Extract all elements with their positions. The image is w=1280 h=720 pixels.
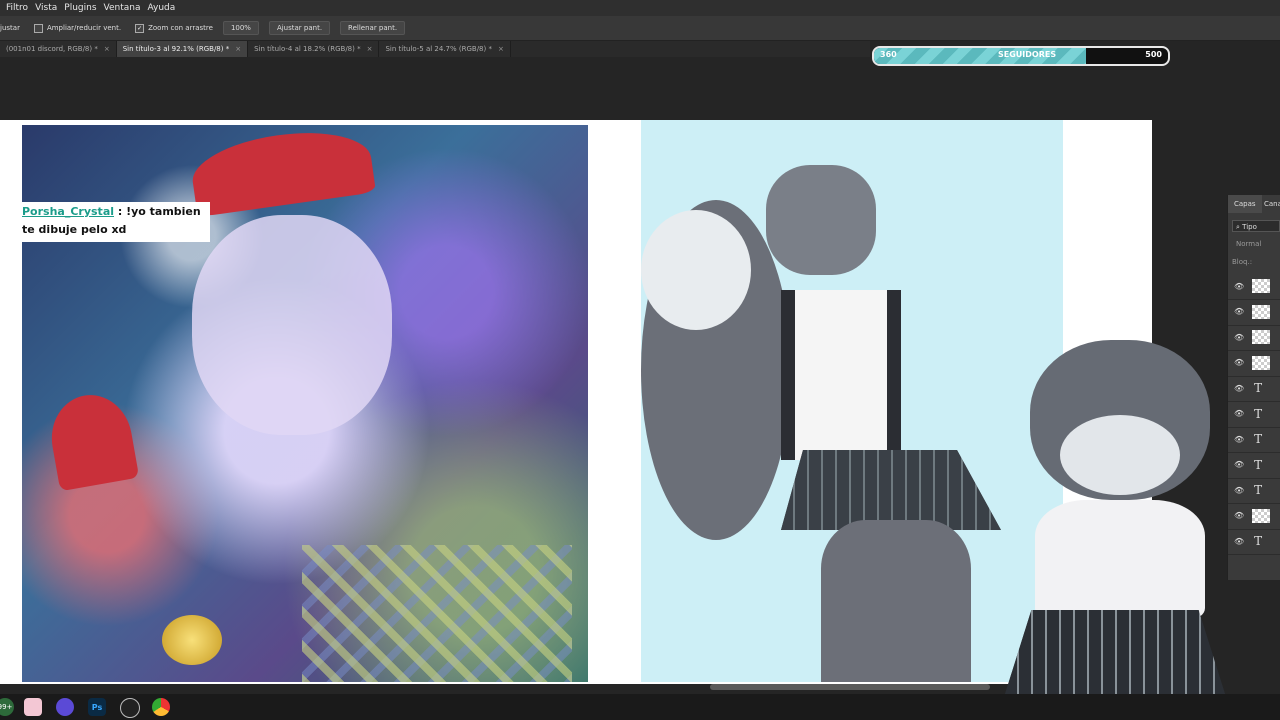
layer-row[interactable]: 👁 T	[1228, 452, 1280, 479]
lock-label: Bloq.:	[1232, 258, 1253, 266]
checkbox-checked[interactable]: ✓	[135, 23, 145, 33]
visibility-eye-icon[interactable]: 👁	[1234, 435, 1244, 444]
discord-icon[interactable]	[56, 698, 74, 716]
tab-discord[interactable]: (001n01 discord, RGB/8) * ×	[0, 41, 117, 57]
menu-item-ayuda[interactable]: Ayuda	[147, 3, 175, 13]
chat-username: Porsha_Crystal	[22, 205, 115, 218]
chrome-icon[interactable]	[152, 698, 170, 716]
zoom-100-button[interactable]: 100%	[222, 21, 259, 35]
close-icon[interactable]: ×	[367, 45, 373, 53]
menu-item-vista[interactable]: Vista	[35, 3, 57, 13]
layer-row[interactable]: 👁	[1228, 503, 1280, 530]
menu-item-ventana[interactable]: Ventana	[104, 3, 141, 13]
wolf-head-shape	[766, 165, 876, 275]
resize-window-label: Ampliar/reducir vent.	[46, 24, 122, 32]
text-layer-icon: T	[1254, 483, 1263, 497]
fit-screen-button[interactable]: Ajustar pant.	[268, 21, 331, 35]
avatar-skirt-shape	[1005, 610, 1225, 694]
layer-thumbnail	[1252, 304, 1271, 319]
layer-filter-input[interactable]: ⌕ Tipo	[1232, 220, 1280, 232]
horizontal-scrollbar[interactable]	[710, 684, 990, 690]
followers-progress-bar: 360 SEGUIDORES 500	[872, 46, 1170, 66]
text-layer-icon: T	[1254, 381, 1263, 395]
tab-layers[interactable]: Capas	[1228, 195, 1262, 213]
resize-window-checkbox[interactable]: Ampliar/reducir vent.	[33, 23, 122, 33]
tab-sin-titulo-5[interactable]: Sin título-5 al 24.7% (RGB/8) * ×	[379, 41, 511, 57]
tab-label: Sin título-4 al 18.2% (RGB/8) *	[254, 45, 361, 53]
layer-row[interactable]: 👁 T	[1228, 426, 1280, 453]
vtuber-avatar	[985, 330, 1230, 694]
tab-label: Sin título-5 al 24.7% (RGB/8) *	[385, 45, 492, 53]
close-icon[interactable]: ×	[104, 45, 110, 53]
followers-label: SEGUIDORES	[998, 50, 1057, 59]
blouse-shape	[781, 290, 901, 460]
photoshop-icon[interactable]: Ps	[88, 698, 106, 716]
app-thumbnail-icon[interactable]	[24, 698, 42, 716]
tab-label: Sin título-3 al 92.1% (RGB/8) *	[122, 45, 230, 53]
santa-hat-shape	[188, 125, 376, 218]
avatar-blouse-shape	[1035, 500, 1205, 620]
text-layer-icon: T	[1254, 534, 1263, 548]
visibility-eye-icon[interactable]: 👁	[1234, 537, 1244, 546]
close-icon[interactable]: ×	[235, 45, 241, 53]
layers-panel: Capas Canal ⌕ Tipo Normal Bloq.: 👁👁👁👁👁T👁…	[1227, 195, 1280, 580]
layer-row[interactable]: 👁 T	[1228, 401, 1280, 428]
followers-current: 360	[880, 50, 897, 59]
close-icon[interactable]: ×	[498, 45, 504, 53]
chat-message: Porsha_Crystal : !yo tambien te dibuje p…	[18, 202, 210, 242]
visibility-eye-icon[interactable]: 👁	[1234, 307, 1244, 316]
tab-channels[interactable]: Canal	[1258, 195, 1280, 213]
text-layer-icon: T	[1254, 432, 1263, 446]
tab-label: (001n01 discord, RGB/8) *	[6, 45, 98, 53]
visibility-eye-icon[interactable]: 👁	[1234, 486, 1244, 495]
zoom-drag-checkbox[interactable]: ✓ Zoom con arrastre	[135, 23, 213, 33]
visibility-eye-icon[interactable]: 👁	[1234, 333, 1244, 342]
checkbox-box[interactable]	[33, 23, 43, 33]
taskbar: 99+ Ps	[0, 694, 1280, 720]
golden-ornament-shape	[162, 615, 222, 665]
followers-goal: 500	[1145, 50, 1162, 59]
document-tabs: (001n01 discord, RGB/8) * × Sin título-3 …	[0, 41, 870, 57]
layer-row[interactable]: 👁	[1228, 350, 1280, 377]
tab-sin-titulo-3[interactable]: Sin título-3 al 92.1% (RGB/8) * ×	[116, 41, 249, 57]
visibility-eye-icon[interactable]: 👁	[1234, 358, 1244, 367]
santa-hat-shape	[44, 388, 140, 492]
menu-bar: Filtro Vista Plugins Ventana Ayuda	[0, 0, 1280, 16]
visibility-eye-icon[interactable]: 👁	[1234, 384, 1244, 393]
obs-icon[interactable]	[120, 698, 140, 718]
adjust-label: justar	[0, 24, 20, 32]
blend-mode-select[interactable]: Normal	[1236, 240, 1261, 248]
layer-row[interactable]: 👁 T	[1228, 528, 1280, 555]
menu-item-plugins[interactable]: Plugins	[64, 3, 96, 13]
visibility-eye-icon[interactable]: 👁	[1234, 409, 1244, 418]
legs-shape	[821, 520, 971, 682]
layer-filter-placeholder: Tipo	[1242, 223, 1257, 231]
character-head-shape	[192, 215, 392, 435]
visibility-eye-icon[interactable]: 👁	[1234, 511, 1244, 520]
layer-row[interactable]: 👁 T	[1228, 477, 1280, 504]
layer-thumbnail	[1252, 355, 1271, 370]
menu-item-filtro[interactable]: Filtro	[6, 3, 28, 13]
fill-screen-button[interactable]: Rellenar pant.	[340, 21, 406, 35]
text-layer-icon: T	[1254, 406, 1263, 421]
visibility-eye-icon[interactable]: 👁	[1234, 282, 1244, 291]
options-bar: justar Ampliar/reducir vent. ✓ Zoom con …	[0, 16, 1280, 41]
layer-row[interactable]: 👁	[1228, 299, 1280, 326]
avatar-muzzle-shape	[1060, 415, 1180, 495]
layer-row[interactable]: 👁 T	[1228, 375, 1280, 402]
layer-row[interactable]: 👁	[1228, 324, 1280, 351]
tail-tip-shape	[641, 210, 751, 330]
text-layer-icon: T	[1254, 457, 1263, 472]
layer-row[interactable]: 👁	[1228, 273, 1280, 300]
tab-sin-titulo-4[interactable]: Sin título-4 al 18.2% (RGB/8) * ×	[248, 41, 380, 57]
plaid-skirt-shape	[781, 450, 1001, 530]
zoom-drag-label: Zoom con arrastre	[148, 24, 213, 32]
visibility-eye-icon[interactable]: 👁	[1234, 460, 1244, 469]
layer-thumbnail	[1252, 279, 1271, 293]
layer-thumbnail	[1252, 330, 1271, 344]
plaid-skirt-shape	[302, 545, 572, 682]
layer-thumbnail	[1252, 508, 1271, 523]
notification-badge-icon[interactable]: 99+	[0, 698, 14, 716]
